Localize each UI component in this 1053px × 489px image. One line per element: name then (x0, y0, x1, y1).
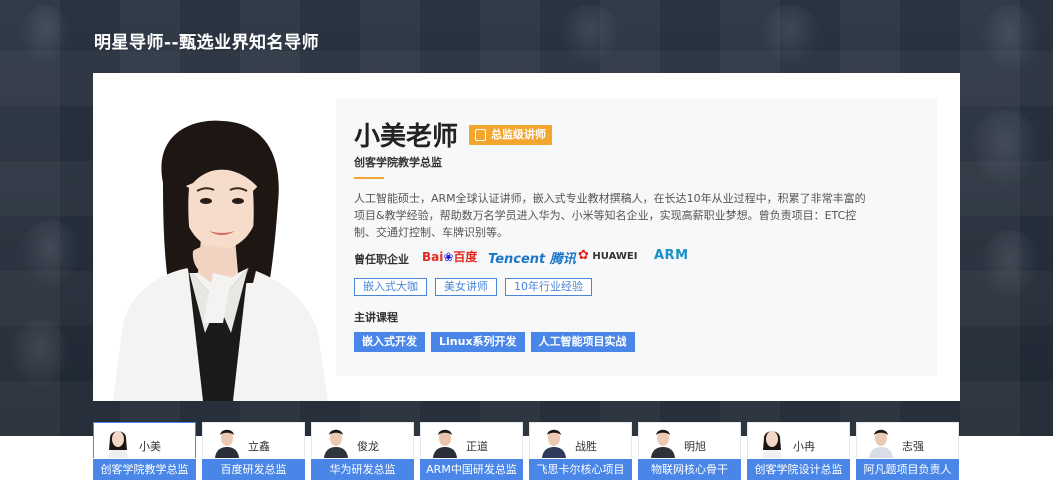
tag: 10年行业经验 (505, 278, 592, 296)
title-divider (354, 177, 384, 179)
mentor-thumb-role: 创客学院教学总监 (93, 459, 196, 480)
course-button[interactable]: 人工智能项目实战 (530, 332, 635, 352)
mentor-thumb[interactable]: 战胜 飞思卡尔核心项目 (529, 422, 632, 482)
mentor-thumb-name: 小美 (139, 440, 161, 453)
mentor-selector: 小美 创客学院教学总监 立鑫 百度研发总监 俊龙 华为研发总监 正道 ARM中国… (93, 422, 961, 482)
huawei-logo: ✿ HUAWEI (578, 248, 638, 263)
featured-mentor-card: 小美老师 总监级讲师 创客学院教学总监 人工智能硕士，ARM全球认证讲师，嵌入式… (93, 73, 960, 401)
mentor-thumb[interactable]: 立鑫 百度研发总监 (202, 422, 305, 482)
tencent-logo: Tencent 腾讯 (488, 252, 576, 267)
mentor-thumb[interactable]: 小冉 创客学院设计总监 (747, 422, 850, 482)
level-badge-label: 总监级讲师 (491, 128, 546, 141)
mentor-description: 人工智能硕士，ARM全球认证讲师，嵌入式专业教材撰稿人，在长达10年从业过程中，… (354, 192, 866, 239)
avatar (430, 424, 460, 458)
mentor-tags: 嵌入式大咖 美女讲师 10年行业经验 (354, 278, 592, 296)
baidu-logo: Bai❀百度 (422, 250, 478, 264)
mentor-thumb-role: 飞思卡尔核心项目 (529, 459, 632, 480)
mentor-thumb-name: 小冉 (793, 440, 815, 453)
mentor-thumb-name: 志强 (902, 440, 924, 453)
avatar (103, 424, 133, 458)
tag: 美女讲师 (435, 278, 497, 296)
mentor-thumb-role: 百度研发总监 (202, 459, 305, 480)
mentor-thumb[interactable]: 俊龙 华为研发总监 (311, 422, 414, 482)
avatar (212, 424, 242, 458)
mentor-thumb-role: 创客学院设计总监 (747, 459, 850, 480)
section-title: 明星导师--甄选业界知名导师 (94, 33, 320, 53)
mentor-thumb-role: 阿凡题项目负责人 (856, 459, 959, 480)
mentor-thumb-name: 战胜 (575, 440, 597, 453)
avatar (757, 424, 787, 458)
avatar (648, 424, 678, 458)
mentor-thumb[interactable]: 小美 创客学院教学总监 (93, 422, 196, 482)
mentor-thumb-role: 物联网核心骨干 (638, 459, 741, 480)
avatar (866, 424, 896, 458)
mentor-thumb-name: 正道 (466, 440, 488, 453)
mentor-thumb[interactable]: 志强 阿凡题项目负责人 (856, 422, 959, 482)
medal-icon (475, 129, 486, 141)
mentor-photo (93, 73, 335, 401)
tag: 嵌入式大咖 (354, 278, 427, 296)
mentor-name: 小美老师 (354, 122, 459, 152)
mentor-thumb-name: 立鑫 (248, 440, 270, 453)
mentor-info-panel: 小美老师 总监级讲师 创客学院教学总监 人工智能硕士，ARM全球认证讲师，嵌入式… (336, 98, 937, 376)
company-label: 曾任职企业 (354, 253, 409, 266)
mentor-thumb-role: ARM中国研发总监 (420, 459, 523, 480)
mentor-thumb-name: 明旭 (684, 440, 706, 453)
mentor-section: 明星导师--甄选业界知名导师 小美老师 总监级讲师 创客学院教学总监 人工智能硕… (0, 0, 1053, 489)
arm-logo: ARM (654, 248, 689, 263)
mentor-thumb-name: 俊龙 (357, 440, 379, 453)
course-label: 主讲课程 (354, 311, 398, 324)
avatar (539, 424, 569, 458)
course-list: 嵌入式开发 Linux系列开发 人工智能项目实战 (354, 332, 635, 352)
mentor-title: 创客学院教学总监 (354, 156, 442, 169)
course-button[interactable]: Linux系列开发 (431, 332, 525, 352)
mentor-thumb-role: 华为研发总监 (311, 459, 414, 480)
level-badge: 总监级讲师 (469, 125, 552, 145)
mentor-thumb[interactable]: 明旭 物联网核心骨干 (638, 422, 741, 482)
mentor-thumb[interactable]: 正道 ARM中国研发总监 (420, 422, 523, 482)
avatar (321, 424, 351, 458)
course-button[interactable]: 嵌入式开发 (354, 332, 425, 352)
